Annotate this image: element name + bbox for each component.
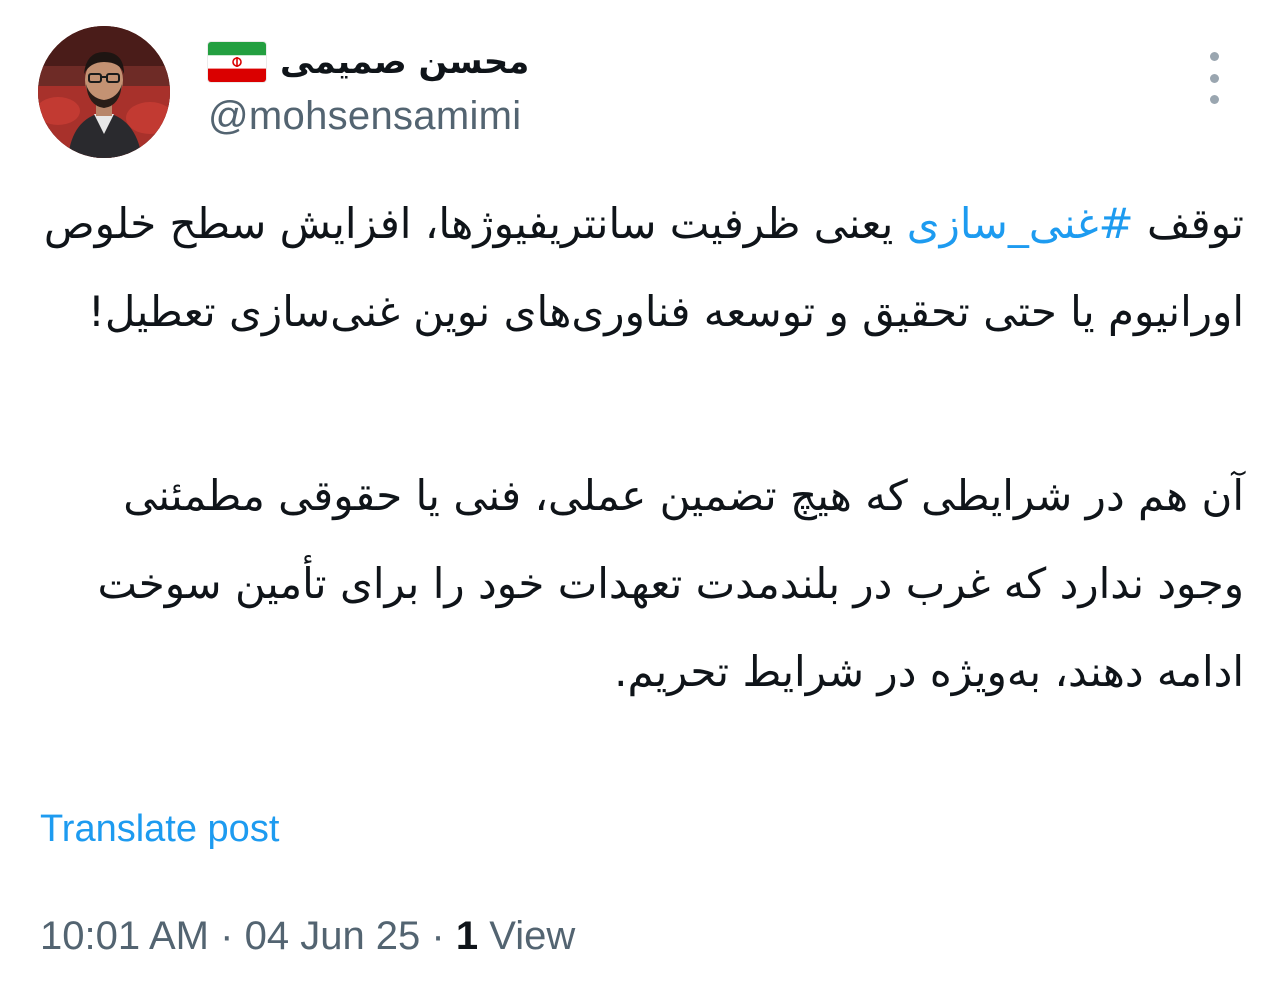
author-name-row: محسن صمیمی bbox=[208, 36, 529, 88]
meta-separator: · bbox=[220, 914, 234, 958]
tweet-card: محسن صمیمی @mohsensamimi توقف #غنی_سازی … bbox=[0, 0, 1280, 1000]
avatar[interactable] bbox=[38, 26, 170, 158]
tweet-date[interactable]: 04 Jun 25 bbox=[245, 914, 421, 958]
meta-separator: · bbox=[431, 914, 445, 958]
tweet-paragraph-1: توقف #غنی_سازی یعنی ظرفیت سانتریفیوژها، … bbox=[40, 180, 1244, 356]
hashtag-link[interactable]: #غنی_سازی bbox=[907, 199, 1134, 248]
more-vertical-icon[interactable] bbox=[1196, 52, 1232, 104]
tweet-paragraph-2: آن هم در شرایطی که هیچ تضمین عملی، فنی ی… bbox=[97, 471, 1244, 696]
profile-photo bbox=[38, 26, 170, 158]
tweet-meta: 10:01 AM · 04 Jun 25 · 1 View bbox=[40, 914, 575, 959]
author-display-name[interactable]: محسن صمیمی bbox=[280, 42, 529, 82]
author-handle[interactable]: @mohsensamimi bbox=[208, 94, 521, 139]
tweet-text-segment: توقف bbox=[1133, 199, 1244, 248]
tweet-time[interactable]: 10:01 AM bbox=[40, 914, 209, 958]
iran-flag-icon bbox=[208, 42, 266, 82]
views-count: 1 bbox=[455, 914, 479, 958]
tweet-text: توقف #غنی_سازی یعنی ظرفیت سانتریفیوژها، … bbox=[40, 180, 1244, 716]
translate-post-link[interactable]: Translate post bbox=[40, 808, 279, 851]
views-label: View bbox=[489, 914, 576, 958]
